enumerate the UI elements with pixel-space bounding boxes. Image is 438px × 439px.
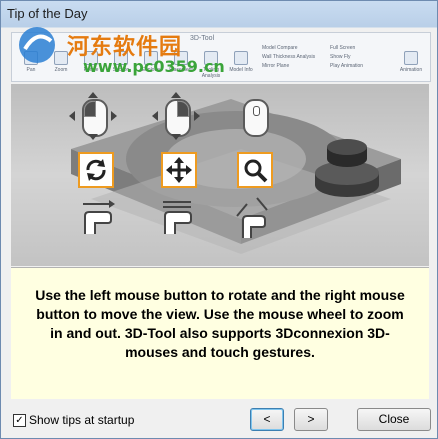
ribbon-side-item: Wall Thickness Analysis	[262, 54, 316, 60]
arrows-icon	[152, 92, 200, 140]
3d-mouse-icon	[315, 139, 379, 197]
tip-text: Use the left mouse button to rotate and …	[35, 287, 405, 360]
ribbon-item: Animation	[396, 51, 426, 73]
illustration-area	[11, 84, 429, 266]
show-tips-checkbox[interactable]: ✓	[13, 414, 26, 427]
arrows-icon	[69, 92, 117, 140]
watermark-logo-icon	[19, 27, 55, 63]
swipe-gesture-icon	[83, 200, 115, 234]
next-tip-button[interactable]: >	[294, 408, 328, 431]
ribbon-side-item: Show Fly	[330, 54, 351, 60]
close-button[interactable]: Close	[357, 408, 431, 431]
tip-text-panel: Use the left mouse button to rotate and …	[11, 267, 429, 399]
dialog-footer: ✓ Show tips at startup < > Close	[1, 398, 437, 438]
ribbon-side-item: Play Animation	[330, 63, 364, 69]
tip-of-the-day-dialog: Tip of the Day 3D-Tool Pan Zoom Rotate S…	[0, 0, 438, 439]
rotate-icon	[78, 152, 114, 188]
watermark: 河东软件园 www.pc0359.cn	[15, 17, 235, 81]
ribbon-side-item: Full Screen	[330, 45, 356, 51]
wheel-mouse-icon	[243, 99, 269, 137]
move-icon	[161, 152, 197, 188]
two-finger-swipe-icon	[163, 201, 192, 234]
pinch-gesture-icon	[236, 197, 268, 238]
previous-tip-button[interactable]: <	[250, 408, 284, 431]
watermark-url: www.pc0359.cn	[83, 57, 225, 76]
ribbon-side-item: Mirror Plane	[262, 63, 290, 69]
zoom-icon	[237, 152, 273, 188]
show-tips-label[interactable]: Show tips at startup	[29, 413, 134, 427]
ribbon-side-item: Model Compare	[262, 45, 298, 51]
